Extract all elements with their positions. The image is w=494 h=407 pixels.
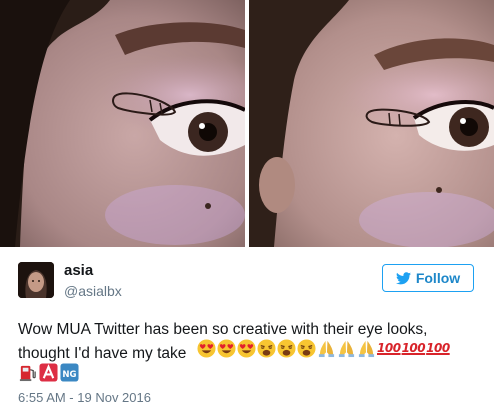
tweet-media[interactable] — [0, 0, 494, 247]
svg-text:NG: NG — [62, 369, 76, 379]
hundred-points-emoji-icon: 100 — [426, 341, 450, 355]
tweet-emoji-line: 100 100 100 — [197, 336, 450, 360]
avatar[interactable] — [18, 262, 54, 298]
hundred-points-emoji-icon: 100 — [377, 341, 401, 355]
heart-eyes-emoji-icon — [217, 338, 236, 358]
display-name[interactable]: asia — [64, 262, 93, 279]
weary-face-emoji-icon — [277, 338, 296, 358]
heart-eyes-emoji-icon — [237, 338, 256, 358]
ng-button-emoji-icon: NG — [60, 362, 79, 382]
fuel-pump-emoji-icon — [19, 365, 36, 381]
hundred-points-emoji-icon: 100 — [401, 341, 426, 355]
folded-hands-emoji-icon — [338, 340, 355, 357]
weary-face-emoji-icon — [257, 338, 276, 358]
follow-label: Follow — [415, 270, 461, 286]
tweet-emoji-line-2: NG — [18, 361, 79, 383]
heart-eyes-emoji-icon — [197, 338, 216, 358]
folded-hands-emoji-icon — [358, 340, 375, 357]
weary-face-emoji-icon — [297, 338, 316, 358]
a-button-emoji-icon — [39, 362, 58, 382]
follow-button[interactable]: Follow — [382, 264, 474, 292]
eye-makeup-photo-left[interactable] — [0, 0, 245, 247]
tweet-timestamp[interactable]: 6:55 AM - 19 Nov 2016 — [18, 390, 151, 405]
user-handle[interactable]: @asialbx — [64, 283, 122, 299]
eye-makeup-photo-right[interactable] — [249, 0, 494, 247]
twitter-bird-icon — [395, 271, 411, 285]
folded-hands-emoji-icon — [318, 340, 335, 357]
